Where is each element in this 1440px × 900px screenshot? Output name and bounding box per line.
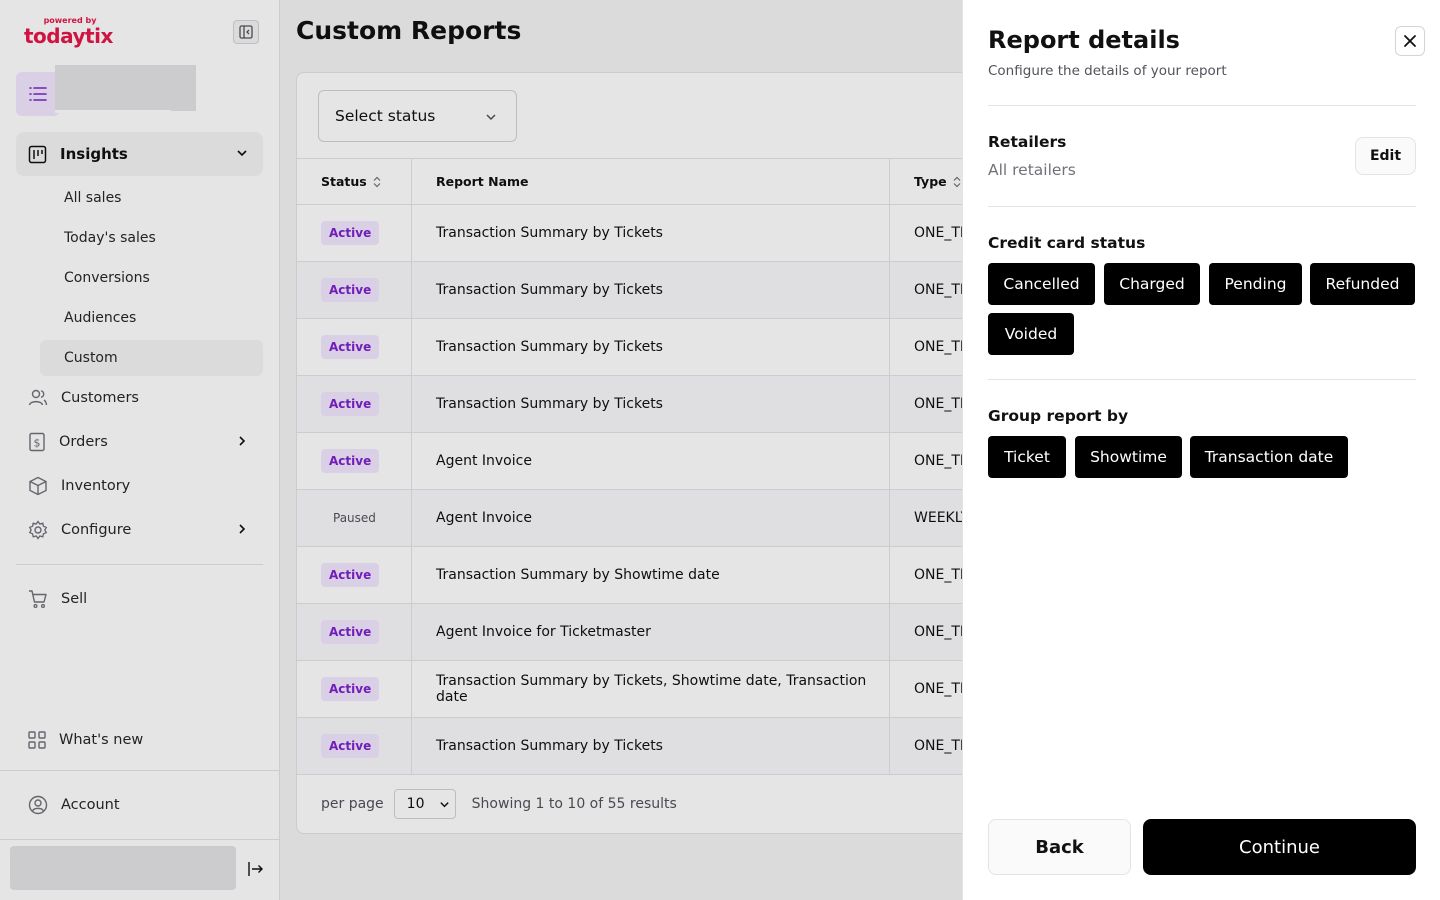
chip-showtime[interactable]: Showtime [1075,436,1182,478]
retailers-label: Retailers [988,133,1067,151]
modal-backdrop[interactable] [0,0,962,900]
chip-pending[interactable]: Pending [1209,263,1302,305]
drawer-divider [988,105,1416,106]
close-drawer-button[interactable] [1395,26,1425,56]
edit-retailers-button[interactable]: Edit [1355,137,1416,175]
close-icon [1404,35,1416,47]
chip-ticket[interactable]: Ticket [988,436,1066,478]
drawer-divider [988,206,1416,207]
chip-refunded[interactable]: Refunded [1310,263,1415,305]
retailers-value: All retailers [988,161,1076,179]
chip-charged[interactable]: Charged [1104,263,1200,305]
drawer-title: Report details [988,26,1180,54]
drawer-divider [988,379,1416,380]
back-button[interactable]: Back [988,819,1131,875]
group-report-by-label: Group report by [988,407,1129,425]
chip-voided[interactable]: Voided [988,313,1074,355]
credit-card-status-label: Credit card status [988,234,1146,252]
continue-button[interactable]: Continue [1143,819,1416,875]
report-details-drawer: Report details Configure the details of … [962,0,1440,900]
chip-transaction-date[interactable]: Transaction date [1190,436,1348,478]
chip-cancelled[interactable]: Cancelled [988,263,1095,305]
drawer-subtitle: Configure the details of your report [988,63,1227,79]
